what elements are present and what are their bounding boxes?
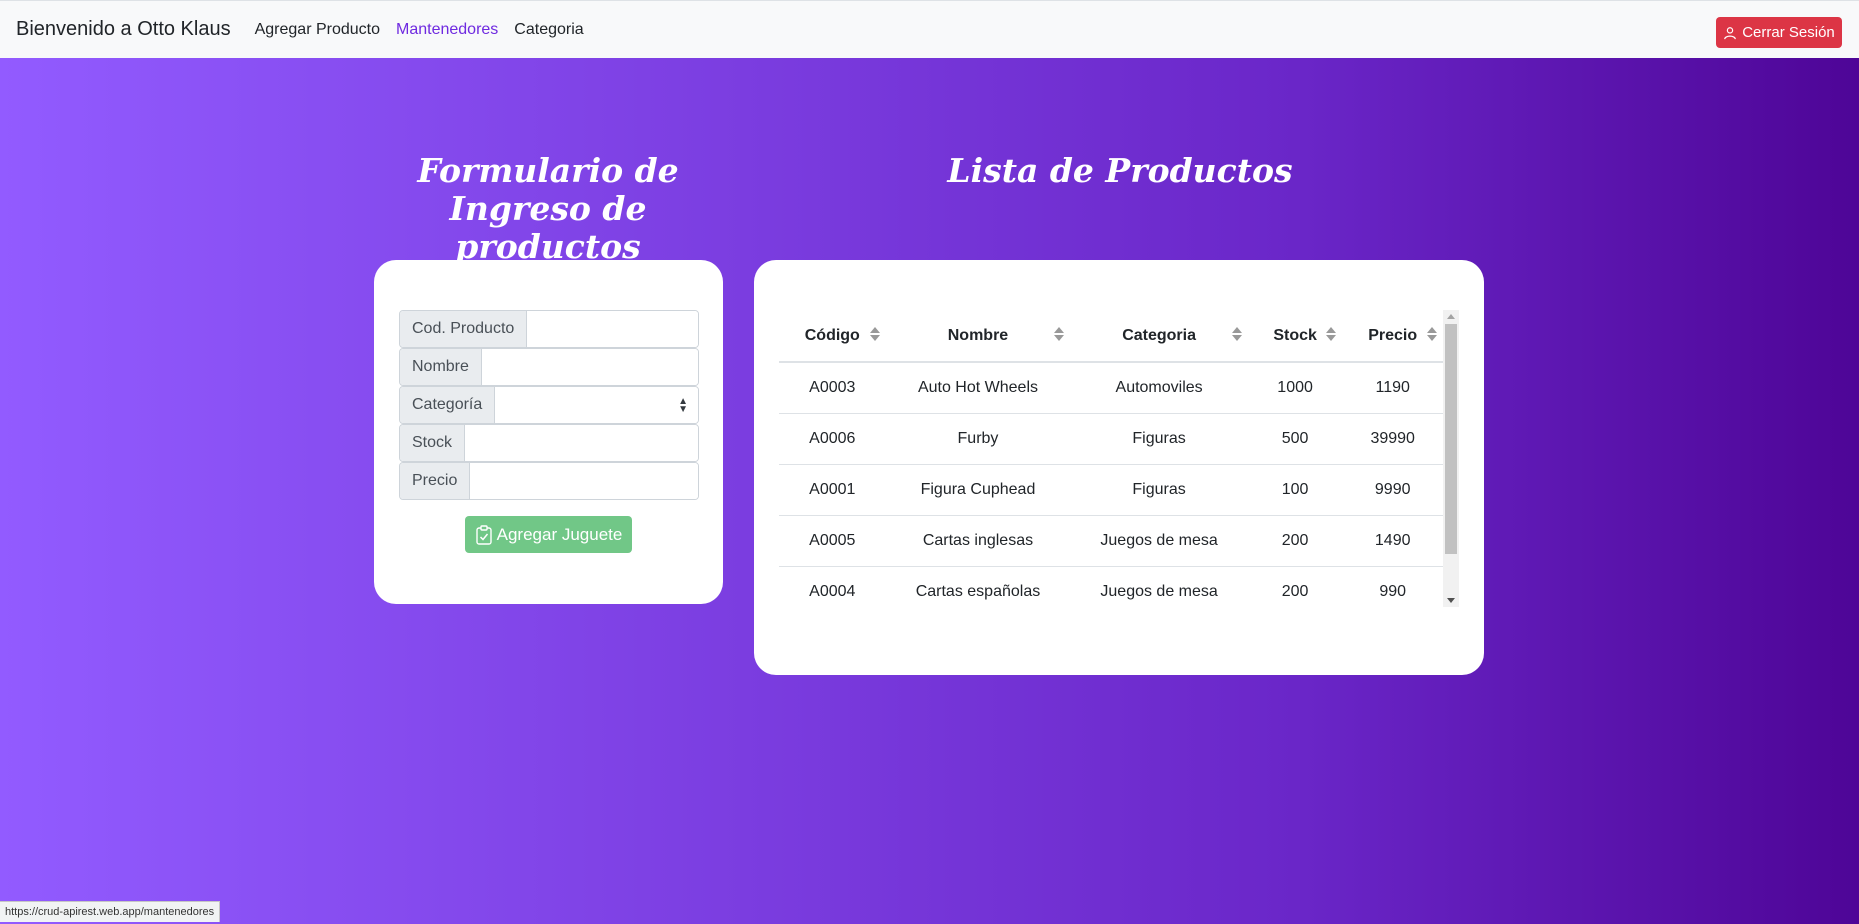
cell-codigo: A0004 xyxy=(779,566,886,607)
column-header-label: Categoria xyxy=(1122,326,1196,344)
stock-field-group: Stock xyxy=(399,424,699,462)
cell-categoria: Automoviles xyxy=(1070,362,1248,414)
cell-precio: 990 xyxy=(1342,566,1443,607)
cell-precio: 1190 xyxy=(1342,362,1443,414)
cell-precio: 1490 xyxy=(1342,515,1443,567)
cell-categoria: Figuras xyxy=(1070,413,1248,465)
product-table: Código Nombre Categoria Stock Precio A00… xyxy=(779,310,1443,607)
nav-link-agregar-producto[interactable]: Agregar Producto xyxy=(255,21,380,39)
precio-label: Precio xyxy=(400,463,471,499)
column-header-stock[interactable]: Stock xyxy=(1247,310,1343,363)
cell-categoria: Juegos de mesa xyxy=(1070,515,1248,567)
add-toy-label: Agregar Juguete xyxy=(496,524,623,544)
table-scrollbar[interactable] xyxy=(1443,310,1459,607)
table-header-row: Código Nombre Categoria Stock Precio xyxy=(779,310,1443,363)
form-title: Formulario de Ingreso de productos xyxy=(417,151,679,266)
nombre-input[interactable] xyxy=(481,349,698,385)
navbar: Bienvenido a Otto Klaus Agregar Producto… xyxy=(0,0,1859,58)
cell-categoria: Juegos de mesa xyxy=(1070,566,1248,607)
table-row: A0001 Figura Cuphead Figuras 100 9990 xyxy=(779,464,1443,516)
cell-codigo: A0003 xyxy=(779,362,886,414)
categoria-field-group: Categoría ▲ ▼ xyxy=(399,386,699,424)
browser-status-bar: https://crud-apirest.web.app/mantenedore… xyxy=(0,901,221,922)
sort-icon xyxy=(1231,327,1242,341)
cell-codigo: A0006 xyxy=(779,413,886,465)
column-header-label: Nombre xyxy=(947,326,1009,344)
nav-link-categoria[interactable]: Categoria xyxy=(514,21,583,39)
cell-nombre: Cartas inglesas xyxy=(885,515,1071,567)
codigo-label: Cod. Producto xyxy=(400,311,528,347)
clipboard-check-icon xyxy=(475,524,492,545)
cell-precio: 9990 xyxy=(1342,464,1443,516)
product-form-card: Cod. Producto Nombre Categoría ▲ ▼ Stock … xyxy=(374,260,723,604)
codigo-input[interactable] xyxy=(527,311,698,347)
cell-nombre: Cartas españolas xyxy=(885,566,1071,607)
sort-icon xyxy=(869,327,880,341)
nombre-field-group: Nombre xyxy=(399,348,699,386)
scroll-up-arrow-icon[interactable] xyxy=(1447,314,1455,319)
sort-icon xyxy=(1427,327,1437,341)
add-toy-button[interactable]: Agregar Juguete xyxy=(465,516,632,553)
product-list-card: Código Nombre Categoria Stock Precio A00… xyxy=(754,260,1484,675)
cell-stock: 100 xyxy=(1247,464,1343,516)
column-header-codigo[interactable]: Código xyxy=(779,310,886,363)
cell-codigo: A0005 xyxy=(779,515,886,567)
navbar-brand[interactable]: Bienvenido a Otto Klaus xyxy=(16,18,231,41)
cell-stock: 200 xyxy=(1247,566,1343,607)
nav-link-mantenedores[interactable]: Mantenedores xyxy=(396,21,498,39)
cell-nombre: Auto Hot Wheels xyxy=(885,362,1071,414)
column-header-label: Precio xyxy=(1368,326,1418,344)
scroll-thumb[interactable] xyxy=(1445,324,1457,554)
cell-categoria: Figuras xyxy=(1070,464,1248,516)
table-row: A0005 Cartas inglesas Juegos de mesa 200… xyxy=(779,515,1443,567)
nav-links: Agregar Producto Mantenedores Categoria xyxy=(255,21,600,39)
cell-stock: 200 xyxy=(1247,515,1343,567)
column-header-label: Código xyxy=(804,326,860,344)
stock-label: Stock xyxy=(400,425,466,461)
logout-button[interactable]: Cerrar Sesión xyxy=(1716,17,1842,48)
logout-label: Cerrar Sesión xyxy=(1742,24,1835,41)
select-caret-icon: ▲ ▼ xyxy=(678,396,688,415)
cell-codigo: A0001 xyxy=(779,464,886,516)
column-header-label: Stock xyxy=(1273,326,1317,344)
column-header-precio[interactable]: Precio xyxy=(1342,310,1443,363)
list-title: Lista de Productos xyxy=(947,151,1293,190)
cell-stock: 500 xyxy=(1247,413,1343,465)
product-table-container[interactable]: Código Nombre Categoria Stock Precio A00… xyxy=(779,310,1459,607)
precio-field-group: Precio xyxy=(399,462,699,500)
categoria-select[interactable]: ▲ ▼ xyxy=(495,387,698,423)
cell-nombre: Furby xyxy=(885,413,1071,465)
table-row: A0003 Auto Hot Wheels Automoviles 1000 1… xyxy=(779,362,1443,414)
table-row: A0006 Furby Figuras 500 39990 xyxy=(779,413,1443,465)
stock-input[interactable] xyxy=(465,425,698,461)
column-header-nombre[interactable]: Nombre xyxy=(885,310,1071,363)
person-icon xyxy=(1724,26,1737,39)
sort-icon xyxy=(1054,327,1065,341)
nombre-label: Nombre xyxy=(400,349,482,385)
sort-icon xyxy=(1326,327,1337,341)
codigo-field-group: Cod. Producto xyxy=(399,310,699,348)
table-row: A0004 Cartas españolas Juegos de mesa 20… xyxy=(779,566,1443,607)
cell-nombre: Figura Cuphead xyxy=(885,464,1071,516)
precio-input[interactable] xyxy=(470,463,698,499)
cell-precio: 39990 xyxy=(1342,413,1443,465)
scroll-down-arrow-icon[interactable] xyxy=(1447,598,1455,603)
categoria-label: Categoría xyxy=(400,387,496,423)
cell-stock: 1000 xyxy=(1247,362,1343,414)
column-header-categoria[interactable]: Categoria xyxy=(1070,310,1248,363)
